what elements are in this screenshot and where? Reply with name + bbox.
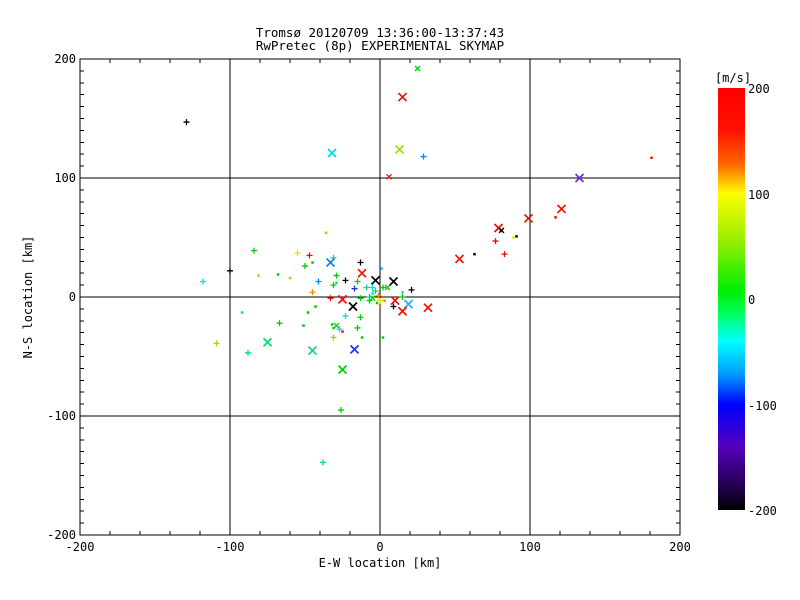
- ytick-label: -100: [47, 409, 76, 423]
- data-point: [294, 249, 301, 256]
- data-point: [307, 345, 318, 356]
- data-point: [394, 144, 405, 155]
- x-axis-label: E-W location [km]: [318, 556, 442, 570]
- data-point: [408, 286, 415, 293]
- data-point: [390, 295, 400, 306]
- data-point: [363, 284, 370, 291]
- data-point: [473, 252, 476, 256]
- data-point: [354, 278, 361, 285]
- data-point: [381, 336, 385, 339]
- data-point: [306, 252, 313, 259]
- data-point: [337, 364, 348, 375]
- colorbar-tick-label: -200: [748, 504, 777, 518]
- data-point: [357, 268, 367, 278]
- data-point: [650, 156, 653, 160]
- data-point: [357, 314, 364, 321]
- ytick-label: 0: [68, 290, 76, 304]
- data-point: [501, 251, 508, 258]
- data-point: [512, 236, 515, 239]
- grid-lines: [80, 59, 680, 535]
- data-point: [369, 284, 376, 291]
- data-point: [397, 92, 408, 102]
- data-point: [397, 306, 408, 316]
- data-point: [262, 337, 273, 347]
- colorbar-tick-label: 200: [748, 82, 770, 96]
- data-point: [245, 349, 251, 356]
- data-point: [314, 305, 317, 308]
- data-point: [330, 334, 337, 341]
- xtick-label: 100: [519, 540, 541, 554]
- data-point: [338, 407, 344, 414]
- data-point: [401, 291, 404, 294]
- data-point: [523, 213, 534, 224]
- colorbar: [718, 88, 745, 510]
- data-point: [515, 235, 518, 238]
- data-point: [556, 204, 567, 214]
- data-point: [341, 330, 344, 333]
- data-point: [357, 295, 364, 302]
- data-point: [327, 148, 337, 158]
- data-point: [386, 173, 392, 180]
- data-point: [342, 277, 349, 284]
- data-point: [276, 273, 280, 276]
- data-point: [306, 311, 310, 314]
- data-point: [414, 65, 421, 72]
- data-point: [420, 153, 427, 160]
- data-point: [378, 305, 382, 308]
- data-point: [309, 289, 316, 296]
- data-point: [311, 261, 314, 264]
- data-points: [183, 65, 653, 466]
- colorbar-tick-label: 0: [748, 293, 756, 307]
- data-point: [333, 272, 340, 279]
- colorbar-tick-label: 100: [748, 187, 770, 202]
- data-point: [330, 323, 334, 326]
- data-point: [320, 459, 326, 466]
- data-point: [388, 276, 399, 287]
- data-point: [332, 326, 335, 330]
- data-point: [335, 281, 338, 285]
- data-point: [251, 247, 257, 254]
- data-point: [380, 267, 383, 270]
- xtick-label: -100: [215, 540, 245, 554]
- xtick-label: -200: [65, 540, 95, 554]
- ytick-label: 200: [54, 52, 76, 66]
- data-point: [327, 295, 334, 302]
- data-point: [554, 216, 557, 219]
- data-point: [399, 294, 406, 300]
- data-point: [342, 313, 349, 320]
- data-point: [348, 301, 358, 312]
- data-point: [213, 340, 220, 347]
- data-point: [227, 267, 233, 274]
- data-point: [349, 344, 360, 354]
- data-point: [492, 238, 499, 245]
- skymap-plot: [79, 58, 681, 536]
- data-point: [324, 231, 328, 235]
- data-point: [315, 278, 322, 285]
- data-point: [371, 292, 374, 295]
- data-point: [360, 336, 364, 339]
- data-point: [354, 324, 361, 331]
- data-point: [375, 301, 379, 305]
- skymap-window: Tromsø 20120709 13:36:00-13:37:43 RwPret…: [0, 0, 800, 600]
- data-point: [302, 324, 305, 327]
- data-point: [423, 303, 433, 313]
- xtick-label: 0: [376, 540, 384, 554]
- data-point: [325, 257, 336, 268]
- data-point: [288, 276, 292, 280]
- data-point: [183, 119, 190, 126]
- data-point: [240, 311, 244, 314]
- ytick-label: -200: [47, 528, 76, 542]
- xtick-label: 200: [669, 540, 691, 554]
- data-point: [257, 274, 260, 277]
- data-point: [276, 320, 283, 327]
- data-point: [357, 259, 364, 266]
- colorbar-tick-label: -100: [748, 398, 777, 413]
- data-point: [302, 263, 308, 270]
- data-point: [383, 299, 386, 302]
- data-point: [454, 254, 465, 264]
- data-point: [351, 285, 358, 292]
- data-point: [200, 278, 206, 285]
- data-point: [370, 275, 381, 285]
- ytick-label: 100: [54, 171, 76, 185]
